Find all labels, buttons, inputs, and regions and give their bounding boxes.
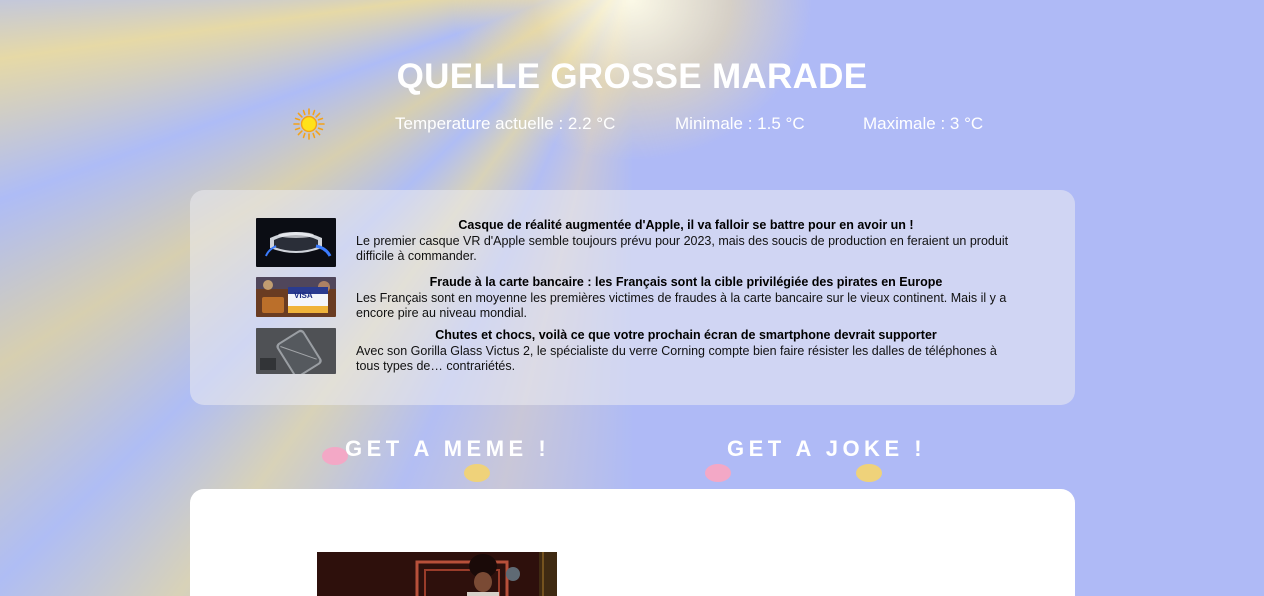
action-row: GET A MEME ! GET A JOKE ! xyxy=(0,436,1264,486)
news-title[interactable]: Chutes et chocs, voilà ce que votre proc… xyxy=(356,328,1016,343)
news-summary: Le premier casque VR d'Apple semble touj… xyxy=(356,234,1009,263)
meme-card xyxy=(190,489,1075,596)
weather-bar: Temperature actuelle : 2.2 °C Minimale :… xyxy=(0,108,1264,140)
get-meme-button[interactable]: GET A MEME ! xyxy=(345,436,550,462)
news-panel: Casque de réalité augmentée d'Apple, il … xyxy=(190,190,1075,405)
get-joke-button[interactable]: GET A JOKE ! xyxy=(727,436,926,462)
meme-image xyxy=(317,552,557,596)
decorative-dot xyxy=(856,464,882,482)
news-thumbnail-smartphone[interactable] xyxy=(256,328,336,374)
decorative-dot xyxy=(464,464,490,482)
max-temperature: Maximale : 3 °C xyxy=(863,114,984,133)
news-thumbnail-credit-card[interactable]: VISA xyxy=(256,277,336,317)
min-temperature: Minimale : 1.5 °C xyxy=(675,114,805,133)
news-summary: Avec son Gorilla Glass Victus 2, le spéc… xyxy=(356,344,997,373)
news-item[interactable]: Casque de réalité augmentée d'Apple, il … xyxy=(256,218,1016,268)
visa-logo: VISA xyxy=(294,291,313,300)
news-thumbnail-vr-headset[interactable] xyxy=(256,218,336,267)
news-title[interactable]: Casque de réalité augmentée d'Apple, il … xyxy=(356,218,1016,233)
page-title: QUELLE GROSSE MARADE xyxy=(396,57,868,97)
decorative-dot xyxy=(705,464,731,482)
sun-icon xyxy=(292,108,326,140)
current-temperature: Temperature actuelle : 2.2 °C xyxy=(395,114,616,133)
news-summary: Les Français sont en moyenne les premièr… xyxy=(356,291,1007,320)
news-item[interactable]: VISA Fraude à la carte bancaire : les Fr… xyxy=(256,275,1016,320)
news-title[interactable]: Fraude à la carte bancaire : les Françai… xyxy=(356,275,1016,290)
news-item[interactable]: Chutes et chocs, voilà ce que votre proc… xyxy=(256,328,1016,376)
